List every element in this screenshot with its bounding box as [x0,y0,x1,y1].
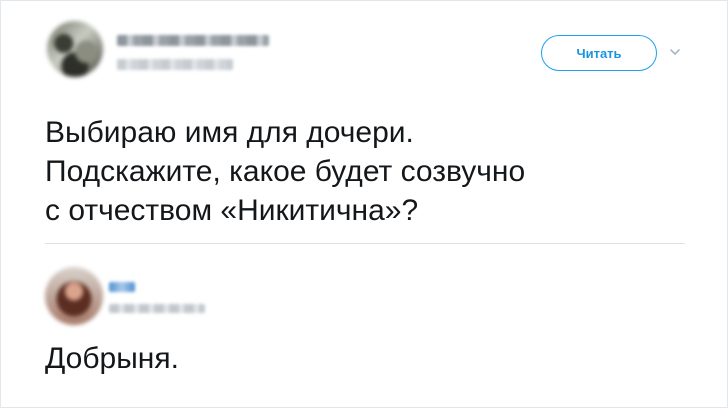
reply-author-avatar[interactable] [45,267,103,325]
divider [45,243,685,244]
reply-text: Добрыня. [45,342,179,375]
reply-author-name-blurred[interactable] [109,282,135,292]
reply-author-handle-blurred [109,304,205,313]
tweet-text-line: Подскажите, какое будет созвучно [45,155,526,188]
follow-button[interactable]: Читать [541,35,657,71]
tweet-text-line: Выбираю имя для дочери. [45,116,414,149]
tweet-text: Выбираю имя для дочери. Подскажите, како… [45,113,685,230]
author-handle-blurred [117,59,233,70]
tweet-card: Читать Выбираю имя для дочери. Подскажит… [0,0,728,408]
author-name-blurred[interactable] [117,35,269,46]
author-avatar[interactable] [47,21,103,77]
tweet-text-line: с отчеством «Никитична»? [45,194,419,227]
chevron-down-icon[interactable] [667,44,683,60]
